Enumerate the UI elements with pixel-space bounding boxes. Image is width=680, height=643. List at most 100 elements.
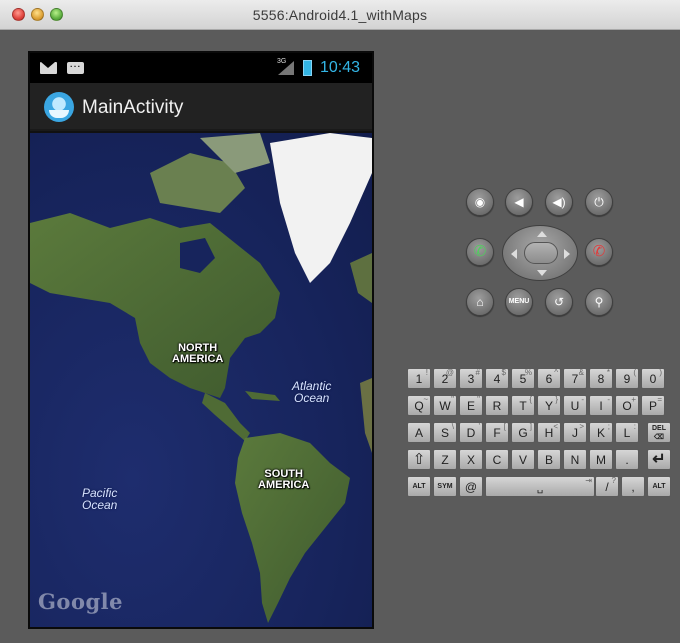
key-7[interactable]: 7 & (563, 368, 587, 389)
end-call-button[interactable]: ✆ (585, 238, 613, 266)
key-alt-left[interactable]: ALT (407, 476, 431, 497)
status-clock: 10:43 (320, 59, 361, 76)
dpad[interactable] (502, 225, 578, 281)
key-sym[interactable]: SYM (433, 476, 457, 497)
key-g[interactable]: G] (511, 422, 535, 443)
dpad-left-icon[interactable] (511, 249, 517, 259)
key-i[interactable]: I- (589, 395, 613, 416)
key-x[interactable]: X (459, 449, 483, 470)
key-1[interactable]: 1! (407, 368, 431, 389)
key-0[interactable]: 0) (641, 368, 665, 389)
key-t[interactable]: T{ (511, 395, 535, 416)
key-l[interactable]: L: (615, 422, 639, 443)
volume-up-button[interactable]: ◀) (545, 188, 573, 216)
key-enter[interactable]: ↵ (647, 449, 671, 470)
key-q[interactable]: Q ~ (407, 395, 431, 416)
key-s[interactable]: S \ (433, 422, 457, 443)
key-f[interactable]: F[ (485, 422, 509, 443)
app-launcher-icon[interactable] (44, 92, 74, 122)
key-d[interactable]: D ' (459, 422, 483, 443)
map-view[interactable]: NORTH AMERICA Atlantic Ocean SOUTH AMERI… (30, 133, 372, 627)
power-icon: ⏻ (594, 195, 604, 209)
status-bar: 3G 10:43 (30, 53, 372, 83)
key-w[interactable]: W " (433, 395, 457, 416)
key-alt-symbol: " (451, 395, 454, 404)
back-icon: ↺ (553, 295, 565, 309)
key-comma[interactable]: , (621, 476, 645, 497)
dpad-up-icon[interactable] (537, 231, 547, 237)
key-9[interactable]: 9( (615, 368, 639, 389)
shift-icon: ⇧ (412, 451, 426, 468)
battery-icon (303, 60, 312, 76)
key-alt-symbol: % (524, 368, 532, 377)
back-button[interactable]: ↺ (545, 288, 573, 316)
activity-title: MainActivity (82, 97, 184, 118)
dpad-center-button[interactable] (524, 242, 558, 264)
key-o[interactable]: O + (615, 395, 639, 416)
key-alt-symbol: = (657, 395, 662, 404)
key-z[interactable]: Z (433, 449, 457, 470)
key-n[interactable]: N (563, 449, 587, 470)
dpad-down-icon[interactable] (537, 270, 547, 276)
power-button[interactable]: ⏻ (585, 188, 613, 216)
key-alt-symbol: " (477, 395, 480, 404)
key-alt-symbol: \ (451, 422, 454, 431)
key-alt-symbol: # (475, 368, 480, 377)
key-shift[interactable]: ⇧ (407, 449, 431, 470)
camera-icon: ◉ (474, 195, 486, 209)
key-e[interactable]: E " (459, 395, 483, 416)
key-alt-symbol: & (578, 368, 584, 377)
key-alt-symbol: { (529, 395, 532, 404)
label-south-america: SOUTH AMERICA (258, 468, 310, 491)
key-b[interactable]: B (537, 449, 561, 470)
camera-button[interactable]: ◉ (466, 188, 494, 216)
key-v[interactable]: V (511, 449, 535, 470)
phone-hangup-icon: ✆ (592, 243, 606, 260)
key-4[interactable]: 4 $ (485, 368, 509, 389)
north-america (30, 213, 280, 398)
enter-icon: ↵ (652, 451, 666, 468)
key-3[interactable]: 3 # (459, 368, 483, 389)
key-u[interactable]: U- (563, 395, 587, 416)
search-button[interactable]: ⚲ (585, 288, 613, 316)
action-bar: MainActivity (30, 83, 372, 131)
key-6[interactable]: 6 ^ (537, 368, 561, 389)
key-y[interactable]: Y} (537, 395, 561, 416)
key-alt-symbol: ( (633, 368, 636, 377)
label-north-america: NORTH AMERICA (172, 342, 224, 365)
key-h[interactable]: H < (537, 422, 561, 443)
key-m[interactable]: M (589, 449, 613, 470)
key-c[interactable]: C (485, 449, 509, 470)
key-alt-symbol: ' (478, 422, 480, 431)
key-alt-symbol: > (579, 422, 584, 431)
home-icon: ⌂ (476, 295, 484, 309)
south-america (235, 433, 350, 623)
phone-call-icon: ✆ (473, 243, 487, 260)
menu-button[interactable]: MENU (505, 288, 533, 316)
search-icon: ⚲ (594, 295, 604, 309)
key-alt-right[interactable]: ALT (647, 476, 671, 497)
key-at[interactable]: @ (459, 476, 483, 497)
key-space[interactable]: ␣ ⇥ (485, 476, 595, 497)
key-8[interactable]: 8 * (589, 368, 613, 389)
key-alt-symbol: $ (501, 368, 506, 377)
call-button[interactable]: ✆ (466, 238, 494, 266)
key-alt-symbol: + (631, 395, 636, 404)
key-a[interactable]: A (407, 422, 431, 443)
hardware-keyboard: 1! 2 @3 #4 $5% 6 ^ 7 & 8 * 9(0) Q ~ W " E " R T{Y} U - I - O + P =… (407, 368, 671, 498)
dpad-right-icon[interactable] (564, 249, 570, 259)
key-r[interactable]: R (485, 395, 509, 416)
key-5[interactable]: 5% (511, 368, 535, 389)
key-j[interactable]: J > (563, 422, 587, 443)
mail-icon (40, 62, 57, 74)
key-k[interactable]: K; (589, 422, 613, 443)
volume-down-button[interactable]: ◀ (505, 188, 533, 216)
key-p[interactable]: P = (641, 395, 665, 416)
volume-up-icon: ◀) (552, 195, 566, 209)
key-del[interactable]: DEL ⌫ (647, 422, 671, 443)
key-slash[interactable]: /? (595, 476, 619, 497)
key-period[interactable]: . (615, 449, 639, 470)
key-2[interactable]: 2 @ (433, 368, 457, 389)
key-alt-symbol: } (555, 395, 558, 404)
home-button[interactable]: ⌂ (466, 288, 494, 316)
